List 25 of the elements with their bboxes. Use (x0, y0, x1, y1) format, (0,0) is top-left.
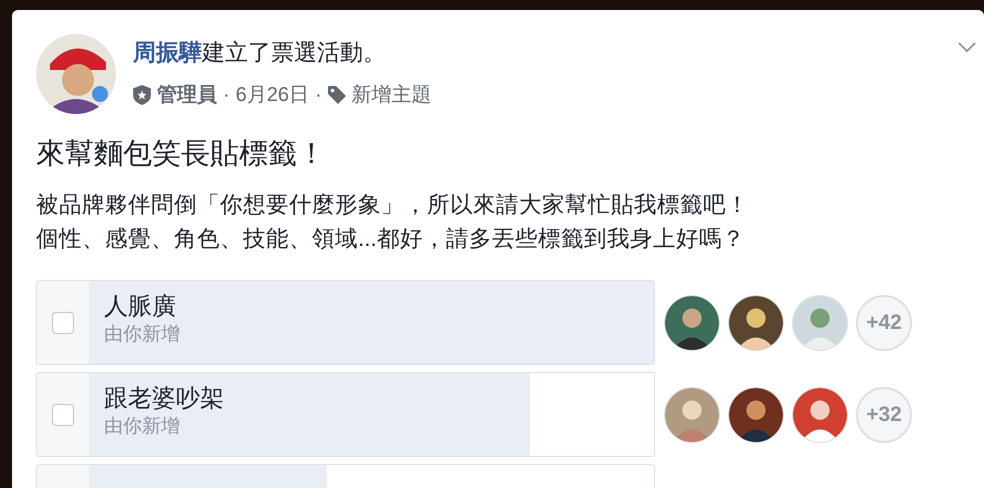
option-label: 跟老婆吵架 (104, 384, 225, 414)
added-by-text: 由你新增 (104, 415, 181, 439)
avatar-icon[interactable] (664, 294, 720, 350)
option-label: 人脈廣 (104, 292, 177, 322)
profile-avatar[interactable] (36, 34, 116, 114)
separator-dot: · (315, 83, 322, 108)
topic-link[interactable]: 新增主題 (352, 80, 432, 110)
added-by-text: 由你新增 (104, 323, 181, 347)
poll-option[interactable]: 人脈廣 由你新增 (36, 280, 655, 365)
separator-dot: · (223, 83, 230, 108)
post-title: 來幫麵包笑長貼標籤！ (36, 137, 327, 172)
shield-icon (133, 85, 151, 105)
post-text: 被品牌夥伴問倒「你想要什麼形象」，所以來請大家幫忙貼我標籤吧！ (36, 191, 750, 219)
option-checkbox[interactable] (52, 404, 74, 426)
role-label: 管理員 (157, 83, 217, 108)
option-checkbox[interactable] (52, 312, 74, 334)
avatar-icon[interactable] (728, 294, 784, 350)
date-link[interactable]: 6月26日 (236, 80, 310, 110)
author-link[interactable]: 周振驊 (133, 39, 202, 65)
post-text: 個性、感覺、角色、技能、領域...都好，請多丟些標籤到我身上好嗎？ (36, 225, 746, 253)
poll-option[interactable]: 跟老婆吵架 由你新增 (36, 372, 655, 457)
post-action: 建立了票選活動。 (202, 39, 386, 65)
chevron-icon[interactable] (958, 42, 976, 53)
tag-icon (328, 86, 346, 104)
avatar-icon[interactable] (728, 386, 784, 442)
